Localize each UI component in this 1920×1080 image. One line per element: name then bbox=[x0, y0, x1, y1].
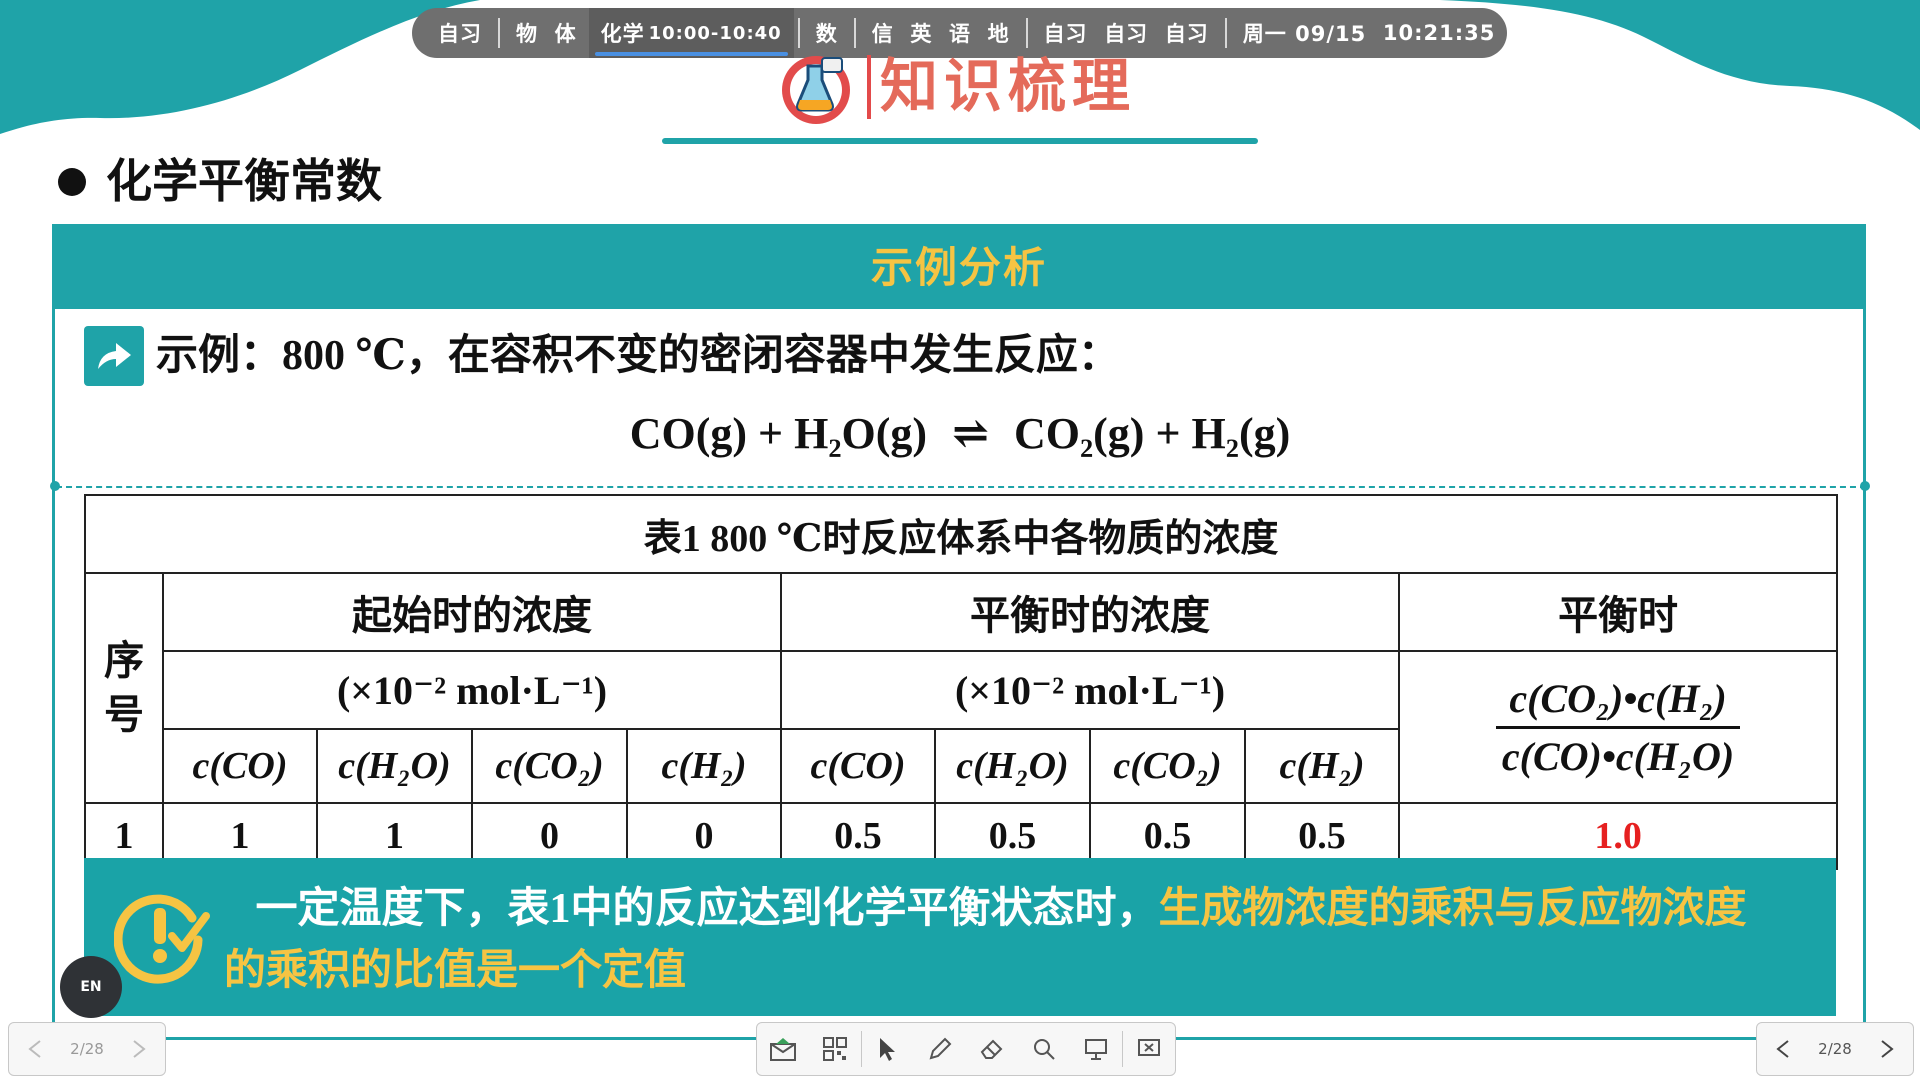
divider-handle[interactable] bbox=[1860, 481, 1870, 491]
note-plain: 一定温度下，表1中的反应达到化学平衡状态时， bbox=[255, 886, 1159, 932]
search-icon bbox=[1034, 1039, 1055, 1060]
pen-icon bbox=[929, 1037, 952, 1060]
next-page-button[interactable] bbox=[1861, 1023, 1913, 1075]
divider bbox=[498, 18, 500, 48]
prev-page-button[interactable] bbox=[1757, 1023, 1809, 1075]
date-label: 周一 09/15 bbox=[1242, 22, 1367, 46]
board-button[interactable] bbox=[1070, 1023, 1122, 1075]
ratio-header: 平衡时 bbox=[1397, 572, 1839, 652]
concentration-table: 表1 800 ℃时反应体系中各物质的浓度 序号 起始时的浓度 平衡时的浓度 平衡… bbox=[83, 494, 1839, 870]
schedule-item[interactable]: 自习 自习 自习 bbox=[1032, 8, 1221, 58]
divider bbox=[1025, 18, 1028, 48]
index-header-label: 序号 bbox=[104, 638, 144, 737]
equilibrium-arrow-icon: ⇌ bbox=[952, 409, 989, 458]
conclusion-note: 一定温度下，表1中的反应达到化学平衡状态时，生成物浓度的乘积与反应物浓度的乘积的… bbox=[84, 858, 1836, 1016]
chevron-right-icon bbox=[133, 1040, 146, 1058]
schedule-time: 10:00-10:40 bbox=[648, 22, 782, 44]
column-header: c(H₂) bbox=[626, 728, 782, 804]
schedule-bar: 自习 物 体 化学 10:00-10:40 数 信 英 语 地 自习 自习 自习 … bbox=[412, 8, 1507, 58]
close-screen-button[interactable] bbox=[1123, 1023, 1175, 1075]
equation-products: CO₂(g) + H₂(g) bbox=[1013, 409, 1291, 458]
schedule-subject: 信 bbox=[871, 22, 894, 46]
schedule-subject: 地 bbox=[987, 22, 1010, 46]
divider bbox=[1224, 18, 1227, 48]
column-header: c(CO) bbox=[162, 728, 318, 804]
divider bbox=[853, 18, 856, 48]
schedule-subject: 英 bbox=[910, 22, 933, 46]
column-header: c(CO₂) bbox=[471, 728, 628, 804]
schedule-subject: 物 bbox=[516, 22, 538, 46]
eraser-button[interactable] bbox=[966, 1023, 1018, 1075]
schedule-subject: 自习 bbox=[1043, 22, 1088, 46]
flask-logo-icon bbox=[782, 56, 850, 124]
eraser-icon bbox=[980, 1039, 1003, 1059]
chevron-left-icon bbox=[28, 1040, 41, 1058]
pager-right: 2/28 bbox=[1756, 1022, 1914, 1076]
dashed-divider bbox=[56, 486, 1866, 488]
next-page-button[interactable] bbox=[113, 1023, 165, 1075]
date-clock: 周一 09/15 10:21:35 bbox=[1231, 8, 1508, 58]
qr-icon bbox=[823, 1037, 847, 1061]
clock-label: 10:21:35 bbox=[1382, 21, 1496, 45]
share-arrow-icon bbox=[84, 326, 144, 386]
divider bbox=[797, 18, 800, 48]
equilibrium-header: 平衡时的浓度 bbox=[780, 572, 1400, 652]
bullet-icon bbox=[58, 168, 86, 196]
index-header: 序号 bbox=[84, 572, 164, 804]
section-title: 化学平衡常数 bbox=[106, 154, 382, 208]
table-caption: 表1 800 ℃时反应体系中各物质的浓度 bbox=[83, 494, 1839, 574]
schedule-item[interactable]: 信 英 语 地 bbox=[860, 8, 1022, 58]
equilibrium-unit: (×10⁻² mol·L⁻¹) bbox=[780, 650, 1400, 730]
page-title: 知识梳理 bbox=[880, 52, 1137, 120]
schedule-subject: 化学 bbox=[600, 22, 645, 46]
divider-handle[interactable] bbox=[50, 481, 60, 491]
page-indicator: 2/28 bbox=[70, 1040, 104, 1058]
column-header: c(H₂) bbox=[1244, 728, 1400, 804]
schedule-subject: 自习 bbox=[1104, 22, 1149, 46]
pointer-button[interactable] bbox=[862, 1023, 914, 1075]
schedule-subject: 语 bbox=[948, 22, 971, 46]
column-header: c(CO₂) bbox=[1089, 728, 1246, 804]
qr-button[interactable] bbox=[809, 1023, 861, 1075]
pager-left: 2/28 bbox=[8, 1022, 166, 1076]
drawing-toolbar bbox=[756, 1022, 1176, 1076]
schedule-subject: 自习 bbox=[1164, 22, 1209, 46]
mail-button[interactable] bbox=[757, 1023, 809, 1075]
pointer-icon bbox=[880, 1038, 895, 1061]
alert-check-icon bbox=[114, 894, 210, 984]
example-text: 示例：800 ℃，在容积不变的密闭容器中发生反应： bbox=[156, 333, 1120, 379]
pen-button[interactable] bbox=[914, 1023, 966, 1075]
search-button[interactable] bbox=[1018, 1023, 1070, 1075]
language-button[interactable]: EN bbox=[60, 956, 122, 1018]
board-icon bbox=[1085, 1039, 1107, 1060]
header-underline bbox=[662, 138, 1258, 144]
initial-header: 起始时的浓度 bbox=[162, 572, 782, 652]
note-text: 一定温度下，表1中的反应达到化学平衡状态时，生成物浓度的乘积与反应物浓度的乘积的… bbox=[224, 878, 1786, 1002]
close-screen-icon bbox=[1138, 1039, 1160, 1056]
schedule-item[interactable]: 物 体 bbox=[504, 8, 589, 58]
column-header: c(H₂O) bbox=[934, 728, 1091, 804]
schedule-subject: 体 bbox=[554, 22, 577, 46]
equation-reactants: CO(g) + H₂O(g) bbox=[629, 409, 928, 458]
page-indicator: 2/28 bbox=[1818, 1040, 1852, 1058]
column-header: c(CO) bbox=[780, 728, 936, 804]
reaction-equation: CO(g) + H₂O(g) ⇌ CO₂(g) + H₂(g) bbox=[0, 404, 1920, 464]
chevron-right-icon bbox=[1881, 1040, 1894, 1058]
schedule-item-active[interactable]: 化学 10:00-10:40 bbox=[588, 8, 794, 58]
chevron-left-icon bbox=[1776, 1040, 1789, 1058]
schedule-item[interactable]: 自习 bbox=[426, 8, 494, 58]
initial-unit: (×10⁻² mol·L⁻¹) bbox=[162, 650, 782, 730]
prev-page-button[interactable] bbox=[9, 1023, 61, 1075]
ratio-formula: c(CO₂)•c(H₂) c(CO)•c(H₂O) bbox=[1397, 650, 1839, 804]
ratio-numerator: c(CO₂)•c(H₂) bbox=[1495, 675, 1741, 729]
panel-heading: 示例分析 bbox=[55, 227, 1863, 309]
header-divider bbox=[867, 55, 871, 119]
column-header: c(H₂O) bbox=[316, 728, 473, 804]
ratio-denominator: c(CO)•c(H₂O) bbox=[1501, 733, 1735, 779]
mail-icon bbox=[770, 1038, 796, 1061]
